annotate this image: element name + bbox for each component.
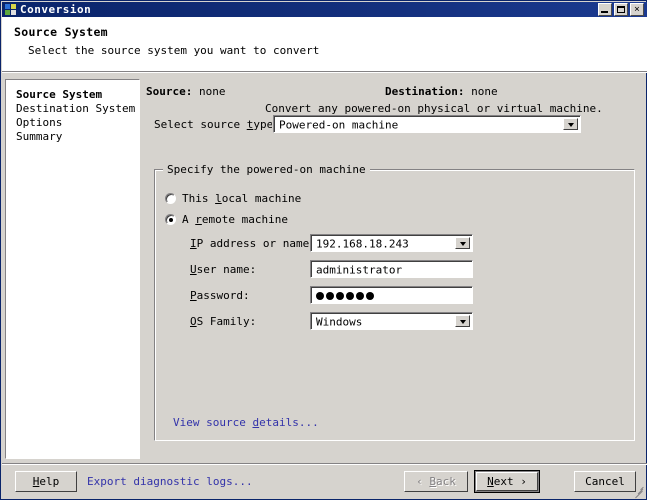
password-masked-value bbox=[316, 291, 374, 300]
back-button: ‹ Back bbox=[404, 471, 468, 492]
back-button-label: ‹ Back bbox=[416, 475, 456, 488]
field-password: Password: bbox=[190, 286, 540, 304]
destination-summary: Destination: none bbox=[385, 85, 498, 98]
close-icon: ✕ bbox=[634, 4, 640, 14]
source-destination-summary: Source: none Destination: none bbox=[146, 85, 643, 99]
field-ip-address: IP address or name: 192.168.18.243 bbox=[190, 233, 540, 253]
close-button[interactable]: ✕ bbox=[630, 3, 644, 16]
footer-divider-highlight bbox=[2, 464, 647, 465]
help-button-label: Help bbox=[32, 475, 60, 488]
chevron-down-icon[interactable] bbox=[455, 315, 470, 327]
os-family-select[interactable]: Windows bbox=[309, 311, 474, 331]
ip-address-input[interactable]: 192.168.18.243 bbox=[309, 233, 474, 253]
source-type-hint: Convert any powered-on physical or virtu… bbox=[265, 102, 603, 115]
sidebar-item-source-system[interactable]: Source System bbox=[16, 88, 139, 102]
next-button[interactable]: Next › bbox=[474, 470, 540, 493]
radio-this-local-machine-label: This local machine bbox=[182, 192, 302, 205]
minimize-icon bbox=[601, 11, 608, 13]
password-input[interactable] bbox=[310, 286, 473, 304]
view-source-details-link[interactable]: View source details... bbox=[173, 416, 319, 429]
field-user-name: User name: administrator bbox=[190, 260, 540, 278]
sidebar-item-options[interactable]: Options bbox=[16, 116, 139, 130]
radio-unchecked-icon bbox=[165, 193, 176, 204]
source-type-value: Powered-on machine bbox=[279, 118, 399, 131]
cancel-button[interactable]: Cancel bbox=[574, 471, 636, 492]
source-type-row: Select source type: Powered-on machine bbox=[154, 114, 643, 134]
destination-summary-value: none bbox=[471, 85, 498, 98]
header-divider-highlight bbox=[2, 72, 647, 73]
source-summary-label: Source: bbox=[146, 85, 193, 98]
title-bar[interactable]: Conversion ✕ bbox=[2, 2, 647, 17]
source-type-select[interactable]: Powered-on machine bbox=[272, 114, 582, 134]
powered-on-machine-group-legend: Specify the powered-on machine bbox=[163, 163, 370, 176]
app-window-icon bbox=[5, 3, 17, 16]
chevron-down-icon[interactable] bbox=[455, 237, 470, 249]
minimize-button[interactable] bbox=[598, 3, 612, 16]
ip-address-value: 192.168.18.243 bbox=[316, 237, 409, 250]
resize-grip-icon[interactable] bbox=[632, 485, 644, 499]
source-summary: Source: none bbox=[146, 85, 225, 98]
source-type-label: Select source type: bbox=[154, 118, 280, 131]
chevron-down-icon[interactable] bbox=[563, 118, 578, 130]
radio-a-remote-machine[interactable]: A remote machine bbox=[165, 213, 288, 226]
os-family-value: Windows bbox=[316, 315, 363, 328]
radio-a-remote-machine-label: A remote machine bbox=[182, 213, 288, 226]
wizard-content: Source: none Destination: none Select so… bbox=[146, 79, 643, 459]
window-title: Conversion bbox=[20, 3, 92, 16]
sidebar-item-destination-system[interactable]: Destination System bbox=[16, 102, 139, 116]
sidebar-item-summary[interactable]: Summary bbox=[16, 130, 139, 144]
wizard-sidebar: Source System Destination System Options… bbox=[5, 79, 140, 459]
help-button[interactable]: Help bbox=[15, 471, 77, 492]
maximize-icon bbox=[617, 6, 625, 13]
next-button-label: Next › bbox=[487, 475, 527, 488]
password-label: Password: bbox=[190, 289, 250, 302]
export-diagnostic-logs-link[interactable]: Export diagnostic logs... bbox=[87, 475, 253, 488]
user-name-label: User name: bbox=[190, 263, 257, 276]
radio-this-local-machine[interactable]: This local machine bbox=[165, 192, 301, 205]
cancel-button-label: Cancel bbox=[585, 475, 625, 488]
powered-on-machine-group: Specify the powered-on machine This loca… bbox=[154, 163, 635, 441]
source-summary-value: none bbox=[198, 85, 226, 98]
page-title: Source System bbox=[14, 25, 108, 39]
page-header: Source System Select the source system y… bbox=[2, 17, 647, 71]
user-name-value: administrator bbox=[316, 263, 403, 276]
conversion-window: Conversion ✕ Source System Select the so… bbox=[0, 0, 647, 500]
window-controls: ✕ bbox=[598, 3, 646, 16]
destination-summary-label: Destination: bbox=[385, 85, 465, 98]
page-subtitle: Select the source system you want to con… bbox=[28, 44, 320, 57]
field-os-family: OS Family: Windows bbox=[190, 311, 540, 331]
os-family-label: OS Family: bbox=[190, 315, 257, 328]
user-name-input[interactable]: administrator bbox=[310, 260, 473, 278]
ip-address-label: IP address or name: bbox=[190, 237, 316, 250]
radio-checked-icon bbox=[165, 214, 176, 225]
maximize-button[interactable] bbox=[614, 3, 628, 16]
